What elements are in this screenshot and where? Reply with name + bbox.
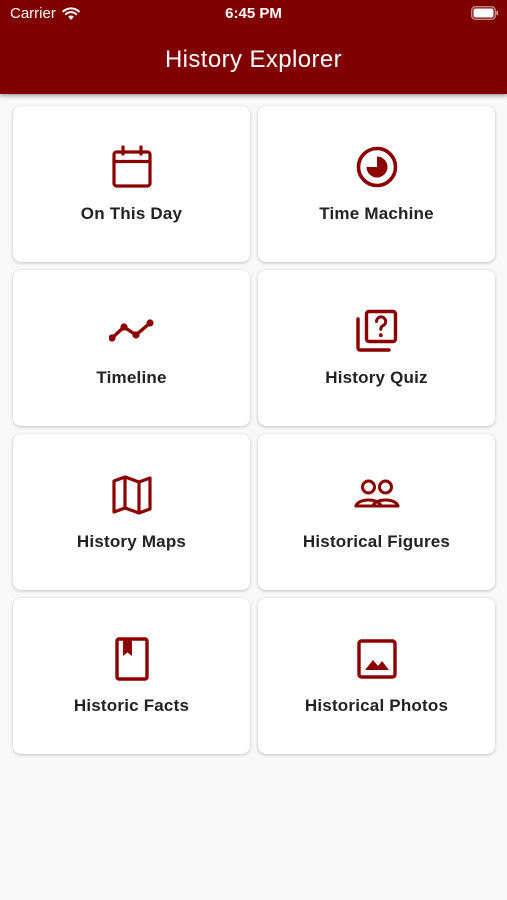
app-title: History Explorer bbox=[164, 46, 343, 73]
people-icon bbox=[354, 479, 399, 508]
book-icon bbox=[114, 637, 149, 681]
clock-pie-icon bbox=[356, 146, 397, 188]
card-historical-photos[interactable]: Historical Photos bbox=[258, 598, 495, 754]
calendar-icon bbox=[111, 145, 152, 188]
card-label: Historical Photos bbox=[304, 696, 449, 715]
feature-grid: On This Day Time Machine Timeline Histor… bbox=[13, 106, 495, 754]
card-label: Historical Figures bbox=[302, 532, 451, 551]
timeline-icon bbox=[108, 319, 154, 342]
card-label: History Quiz bbox=[325, 368, 428, 387]
card-on-this-day[interactable]: On This Day bbox=[13, 106, 250, 262]
card-label: History Maps bbox=[76, 532, 187, 551]
clock: 6:45 PM bbox=[225, 5, 282, 22]
card-timeline[interactable]: Timeline bbox=[13, 270, 250, 426]
card-label: Historic Facts bbox=[73, 696, 190, 715]
card-label: Timeline bbox=[96, 368, 167, 387]
card-label: Time Machine bbox=[319, 204, 434, 223]
card-history-quiz[interactable]: History Quiz bbox=[258, 270, 495, 426]
card-history-maps[interactable]: History Maps bbox=[13, 434, 250, 590]
app-bar: Carrier 6:45 PM History Explorer bbox=[0, 0, 507, 94]
card-label: On This Day bbox=[80, 204, 183, 223]
photo-icon bbox=[356, 639, 397, 679]
battery-icon bbox=[471, 6, 499, 20]
status-bar: Carrier 6:45 PM bbox=[0, 0, 507, 28]
card-time-machine[interactable]: Time Machine bbox=[258, 106, 495, 262]
quiz-icon bbox=[355, 309, 397, 352]
card-historical-figures[interactable]: Historical Figures bbox=[258, 434, 495, 590]
map-icon bbox=[111, 475, 152, 515]
card-historic-facts[interactable]: Historic Facts bbox=[13, 598, 250, 754]
